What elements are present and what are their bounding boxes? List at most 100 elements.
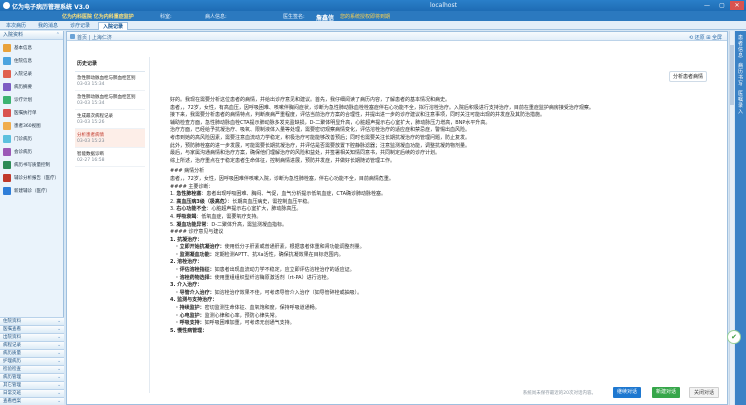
maximize-button[interactable]: ▢ <box>715 1 729 10</box>
sidebar-item[interactable]: 病历书写质量控制 <box>0 158 63 171</box>
continue-chat-button[interactable]: 继续对话 <box>612 387 641 398</box>
plan-item: · 呼吸支持：如呼吸困难加重，可考虑无创通气支持。 <box>170 320 690 328</box>
sidebar-section[interactable]: 出院资料 ⌄ <box>0 333 64 341</box>
window-host: localhost <box>430 2 457 9</box>
plan-label: · 持续监护： <box>176 305 205 312</box>
sidebar-item-icon <box>3 69 11 78</box>
minimize-button[interactable]: — <box>700 1 714 10</box>
sidebar-section[interactable]: 医嘱查看 ⌄ <box>0 325 64 333</box>
diagnosis-label: 右心功能不全 <box>176 206 207 213</box>
plan-text: 监测心律和心率，预防心律失常。 <box>204 312 280 319</box>
plan-label: · 导管介入治疗： <box>176 289 215 296</box>
sidebar-item[interactable]: 医嘱执行单 <box>0 106 63 119</box>
plan-item: 5. 慢性病管理： <box>170 328 690 336</box>
sidebar-item-icon <box>3 108 11 117</box>
sidebar-item[interactable]: 新建辅诊（医疗） <box>0 184 63 197</box>
app-logo-icon <box>3 2 10 9</box>
plan-label: · 监测凝血功能： <box>176 251 215 258</box>
plan-item: 3. 介入治疗： <box>170 282 690 290</box>
doctor-label[interactable]: 医生签名: <box>283 13 305 20</box>
right-tool-strip: 患者信息病历书写医嘱录入 <box>735 31 746 405</box>
tab-admission-record[interactable]: 入院记录 <box>98 22 129 30</box>
plan-item: 2. 溶栓治疗： <box>170 259 690 267</box>
sidebar-item-label: 新建辅诊（医疗） <box>14 188 50 194</box>
history-item-time: 03-03 15:34 <box>77 82 105 87</box>
history-item-name: 急性肺动脉血栓与肺血栓区别 <box>77 95 136 100</box>
sidebar-section-label: 出院资料 <box>3 335 21 340</box>
main-scrollbar[interactable] <box>729 31 734 405</box>
panel-actions[interactable]: ⟲ 还原 ⊞ 全屏 <box>689 34 722 41</box>
sidebar-item-label: 门诊病历 <box>14 136 32 142</box>
plan-item: · 评估溶栓指征：如患者出现血流动力学不稳定，应立即评估溶栓治疗的适应证。 <box>170 267 690 275</box>
sidebar-item-icon <box>3 160 11 169</box>
right-strip-item[interactable]: 病历书写 <box>735 63 746 87</box>
sidebar-section[interactable]: 其它管理 ⌄ <box>0 381 64 389</box>
right-strip-item[interactable]: 患者信息 <box>735 35 746 59</box>
ai-reply: 好的。我现在需要分析这位患者的病情，并给出诊疗意见和建议。首先，我仔细阅读了病历… <box>170 97 690 335</box>
plan-text: 定期检测APTT、抗Xa活性，确保抗凝效果在目标范围内。 <box>214 251 344 258</box>
breadcrumb[interactable]: 首页 | 上海仁济 <box>77 34 112 41</box>
diagnosis-item: 5. 凝血功能异常：D-二聚体升高，需监测凝血指标。 <box>170 221 288 228</box>
sidebar-section[interactable]: 病历质量 ⌄ <box>0 349 64 357</box>
sidebar-section-label: 其它管理 <box>3 383 21 388</box>
sidebar-item-label: 病历摘要 <box>14 84 32 90</box>
sidebar-item[interactable]: 住院信息 <box>0 54 63 67</box>
top-toolbar: 亿为内科医院 亿为内科重症监护 科室: 病人信息: 医生签名: 詹鑫信 您的系统… <box>0 11 746 22</box>
tab-current-record[interactable]: 本次病历 <box>2 22 30 30</box>
history-item[interactable]: 急性肺动脉血栓与肺血栓区别 03-03 15:34 <box>75 91 145 110</box>
main-tabs: 本次病历 我的消息 诊疗记录 入院记录 <box>0 21 746 30</box>
sidebar-item[interactable]: 会诊病历 <box>0 145 63 158</box>
reply-paragraph: 治疗方面，已经给予抗凝治疗、吸氧、限制液体入量等处理，需要密切观察病情变化，评估… <box>170 127 471 134</box>
sidebar-section-label: 病程记录 <box>3 343 21 348</box>
sidebar-item[interactable]: 入院记录 <box>0 67 63 80</box>
sidebar-item[interactable]: 诊疗计划 <box>0 93 63 106</box>
scrollbar-thumb[interactable] <box>730 45 734 105</box>
chevron-up-icon: ⌃ <box>55 32 60 38</box>
reply-paragraph: 考虑到她的高风险因素，需要注意血流动力学稳定，积极治疗可能能够改善预后；同时也需… <box>170 134 471 141</box>
plan-label: 3. 介入治疗： <box>170 282 203 289</box>
tab-messages[interactable]: 我的消息 <box>34 22 62 30</box>
diagnosis-text: 低氧血症，需要氧疗支持。 <box>201 213 262 220</box>
sidebar-section[interactable]: 日常交班 ⌄ <box>0 389 64 397</box>
plan-text: 密切监测生命体征、血氧饱和度，保持呼吸道通畅。 <box>204 305 320 312</box>
sidebar-item[interactable]: 基本信息 <box>0 41 63 54</box>
right-strip-item[interactable]: 医嘱录入 <box>735 91 746 115</box>
history-item[interactable]: 急性肺动脉血栓与肺血栓区别 03-03 15:34 <box>75 72 145 91</box>
sidebar-section[interactable]: 住院资料 ⌄ <box>0 317 64 325</box>
sidebar-item[interactable]: 病历摘要 <box>0 80 63 93</box>
sidebar-section-label: 病历质量 <box>3 351 21 356</box>
sidebar-item[interactable]: 患者360视图 <box>0 119 63 132</box>
sidebar-section[interactable]: 查看档案 ⌄ <box>0 397 64 405</box>
tab-treatment-records[interactable]: 诊疗记录 <box>66 22 94 30</box>
sidebar-section-label: 检验检查 <box>3 367 21 372</box>
sidebar-section[interactable]: 病程记录 ⌄ <box>0 341 64 349</box>
plan-item: · 溶栓药物选择：使用重组组织型纤溶酶原激活剂（rt-PA）进行溶栓。 <box>170 275 690 283</box>
plan-text: 使用重组组织型纤溶酶原激活剂（rt-PA）进行溶栓。 <box>214 274 332 281</box>
sidebar-item-label: 医嘱执行单 <box>14 110 37 116</box>
diagnosis-label: 呼吸衰竭 <box>176 213 197 220</box>
ward-label[interactable]: 科室: <box>160 13 172 20</box>
sidebar: 入院资料 ⌃ 基本信息 住院信息 入院记录病历摘要诊疗计划医嘱执行单患者360视图门… <box>0 31 64 405</box>
sidebar-section[interactable]: 检验检查 ⌄ <box>0 365 64 373</box>
history-item[interactable]: 分析患者病情 03-03 15:23 <box>75 129 145 148</box>
close-chat-button[interactable]: 关闭对话 <box>688 387 719 398</box>
plan-item: · 监测凝血功能：定期检测APTT、抗Xa活性，确保抗凝效果在目标范围内。 <box>170 252 690 260</box>
sidebar-item-icon <box>3 56 11 65</box>
sidebar-section[interactable]: 护理病历 ⌄ <box>0 357 64 365</box>
plan-item: · 立即开始抗凝治疗：使用低分子肝素或普通肝素，根据患者体重和肾功能调整剂量。 <box>170 244 690 252</box>
history-item-time: 03-03 15:34 <box>77 101 105 106</box>
plan-title: #### 诊疗意见与建议 <box>170 229 224 236</box>
sidebar-section[interactable]: 病历管理 ⌄ <box>0 373 64 381</box>
sidebar-item[interactable]: 门诊病历 <box>0 132 63 145</box>
sidebar-item-icon <box>3 121 11 130</box>
sidebar-item[interactable]: 辅诊分析报告（医疗） <box>0 171 63 184</box>
new-chat-button[interactable]: 新建对话 <box>651 387 680 398</box>
sidebar-header[interactable]: 入院资料 ⌃ <box>0 31 63 40</box>
patient-label[interactable]: 病人信息: <box>205 13 227 20</box>
assistant-float-icon[interactable]: ✔ <box>727 330 741 344</box>
plan-label: 2. 溶栓治疗： <box>170 259 203 266</box>
history-item[interactable]: 智能数据诊断 02-27 16:58 <box>75 148 145 167</box>
sidebar-section-label: 日常交班 <box>3 391 21 396</box>
history-item[interactable]: 生成最次病程记录 03-03 15:26 <box>75 110 145 129</box>
close-button[interactable]: ✕ <box>730 1 744 10</box>
